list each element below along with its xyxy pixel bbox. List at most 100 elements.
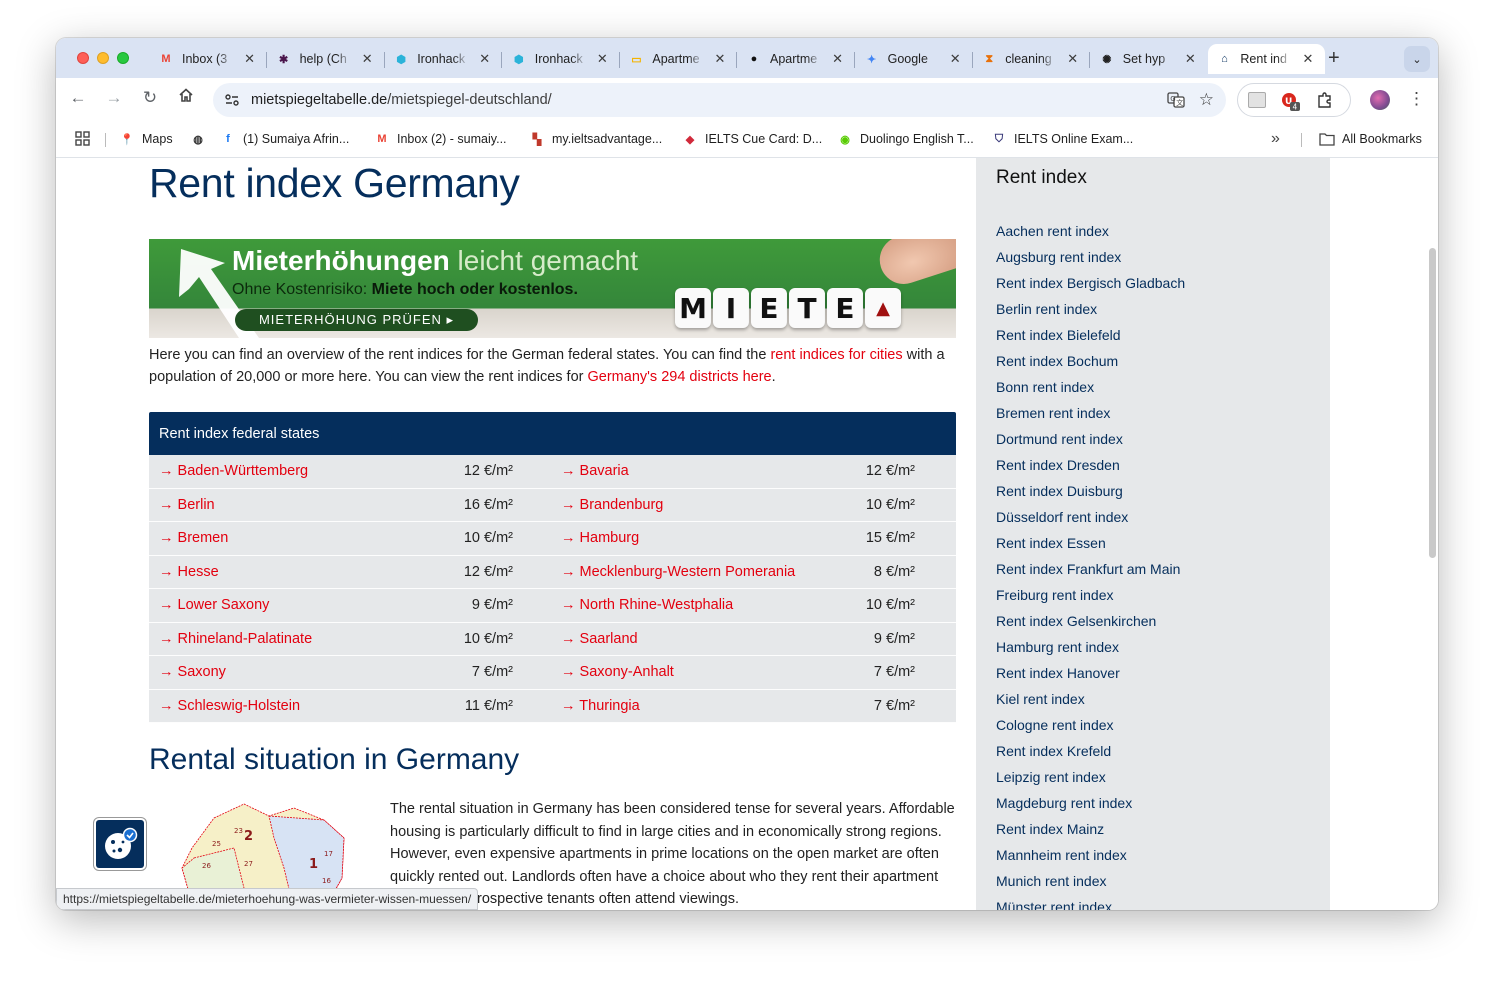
bookmark-item[interactable]: ▚ my.ieltsadvantage...	[529, 131, 662, 147]
bookmark-item[interactable]: ◍	[190, 131, 213, 147]
sidebar-city-link[interactable]: Dortmund rent index	[996, 429, 1185, 455]
scrollbar-thumb[interactable]	[1429, 248, 1436, 558]
sidebar-city-link[interactable]: Freiburg rent index	[996, 585, 1185, 611]
tab-close-icon[interactable]: ✕	[244, 51, 255, 67]
all-bookmarks-button[interactable]: All Bookmarks	[1319, 131, 1422, 147]
reload-icon[interactable]: ↻	[138, 88, 162, 108]
profile-avatar[interactable]	[1370, 90, 1390, 110]
tab[interactable]: M Inbox (3 ✕	[150, 44, 267, 74]
sidebar-city-link[interactable]: Berlin rent index	[996, 299, 1185, 325]
sidebar-city-link[interactable]: Mannheim rent index	[996, 845, 1185, 871]
promo-banner[interactable]: Mieterhöhungen leicht gemacht Ohne Koste…	[149, 239, 956, 338]
close-window-button[interactable]	[77, 52, 89, 64]
sidebar-city-link[interactable]: Rent index Mainz	[996, 819, 1185, 845]
state-link[interactable]: → Rhineland-Palatinate	[159, 631, 312, 647]
state-link[interactable]: → Saarland	[561, 631, 638, 647]
state-link[interactable]: → Baden-Württemberg	[159, 463, 308, 479]
site-info-icon[interactable]	[223, 91, 241, 109]
state-link[interactable]: → Hamburg	[561, 530, 639, 546]
sidebar-city-link[interactable]: Rent index Gelsenkirchen	[996, 611, 1185, 637]
new-tab-button[interactable]: +	[1328, 47, 1340, 70]
state-link[interactable]: → Brandenburg	[561, 497, 663, 513]
bookmark-item[interactable]: M Inbox (2) - sumaiy...	[374, 131, 506, 147]
state-link[interactable]: → Saxony-Anhalt	[561, 664, 674, 680]
sidebar-city-link[interactable]: Rent index Hanover	[996, 663, 1185, 689]
address-bar[interactable]: mietspiegeltabelle.de/mietspiegel-deutsc…	[213, 83, 1226, 117]
sidebar-city-link[interactable]: Hamburg rent index	[996, 637, 1185, 663]
sidebar-city-link[interactable]: Cologne rent index	[996, 715, 1185, 741]
city-rent-indices-link[interactable]: rent indices for cities	[770, 347, 902, 363]
tab[interactable]: ✦ Google ✕	[856, 44, 973, 74]
tab-close-icon[interactable]: ✕	[362, 51, 373, 67]
bookmark-item[interactable]: ⛉ IELTS Online Exam...	[991, 131, 1133, 147]
state-link[interactable]: → Bremen	[159, 530, 228, 546]
cookie-settings-button[interactable]	[96, 820, 144, 868]
sidebar-city-link[interactable]: Rent index Frankfurt am Main	[996, 559, 1185, 585]
table-row: → Rhineland-Palatinate 10 €/m² → Saarland 9…	[149, 622, 956, 656]
browser-window: M Inbox (3 ✕ ✱ help (Ch ✕ ⬢ Ironhack ✕ ⬢ Ironhack ✕…	[56, 38, 1438, 910]
state-link[interactable]: → Lower Saxony	[159, 597, 269, 613]
tab-close-icon[interactable]: ✕	[1067, 51, 1078, 67]
bookmark-star-icon[interactable]: ☆	[1199, 91, 1214, 114]
tab-close-icon[interactable]: ✕	[1185, 51, 1196, 67]
tab[interactable]: ✺ Set hyp ✕	[1091, 44, 1208, 74]
state-link[interactable]: → Hesse	[159, 564, 219, 580]
sidebar-city-link[interactable]: Rent index Bergisch Gladbach	[996, 273, 1185, 299]
maximize-window-button[interactable]	[117, 52, 129, 64]
bookmark-item[interactable]: 📍 Maps	[119, 131, 172, 147]
bookmark-item[interactable]: ◉ Duolingo English T...	[837, 131, 974, 147]
extension-doc-icon[interactable]	[1248, 92, 1266, 108]
tab-close-icon[interactable]: ✕	[479, 51, 490, 67]
banner-check-button[interactable]: MIETERHÖHUNG PRÜFEN ▸	[235, 309, 478, 331]
state-link[interactable]: → Saxony	[159, 664, 226, 680]
tab[interactable]: ● Apartme ✕	[738, 44, 855, 74]
districts-link[interactable]: Germany's 294 districts here	[588, 369, 772, 385]
sidebar-city-link[interactable]: Rent index Bielefeld	[996, 325, 1185, 351]
bookmark-item[interactable]: ◆ IELTS Cue Card: D...	[682, 131, 822, 147]
translate-icon[interactable]: G文	[1167, 91, 1185, 114]
bookmark-item[interactable]: f (1) Sumaiya Afrin...	[220, 131, 349, 147]
sidebar-city-link[interactable]: Rent index Bochum	[996, 351, 1185, 377]
state-link[interactable]: → Berlin	[159, 497, 215, 513]
state-link[interactable]: → Thuringia	[561, 698, 640, 714]
tab-close-icon[interactable]: ✕	[832, 51, 843, 67]
tab-close-icon[interactable]: ✕	[1302, 51, 1313, 67]
tab-close-icon[interactable]: ✕	[714, 51, 725, 67]
sidebar-city-link[interactable]: Rent index Essen	[996, 533, 1185, 559]
home-icon[interactable]	[174, 87, 198, 108]
sidebar-city-link[interactable]: Aachen rent index	[996, 221, 1185, 247]
state-link[interactable]: → North Rhine-Westphalia	[561, 597, 733, 613]
tab[interactable]: ⌂ Rent ind ✕	[1208, 44, 1326, 74]
tab[interactable]: ⬢ Ironhack ✕	[503, 44, 620, 74]
tab[interactable]: ▭ Apartme ✕	[620, 44, 738, 74]
tab[interactable]: ✱ help (Ch ✕	[268, 44, 385, 74]
sidebar-city-link[interactable]: Bremen rent index	[996, 403, 1185, 429]
forward-arrow-icon[interactable]: →	[102, 88, 126, 108]
sidebar-city-link[interactable]: Leipzig rent index	[996, 767, 1185, 793]
minimize-window-button[interactable]	[97, 52, 109, 64]
menu-kebab-icon[interactable]: ⋮	[1408, 89, 1425, 109]
sidebar-city-link[interactable]: Bonn rent index	[996, 377, 1185, 403]
state-link[interactable]: → Schleswig-Holstein	[159, 698, 300, 714]
sidebar-city-link[interactable]: Kiel rent index	[996, 689, 1185, 715]
tab-search-chevron-icon[interactable]: ⌄	[1404, 46, 1430, 72]
sidebar-city-link[interactable]: Munich rent index	[996, 871, 1185, 897]
sidebar-city-link[interactable]: Münster rent index	[996, 897, 1185, 910]
state-link[interactable]: → Bavaria	[561, 463, 629, 479]
sidebar-city-link[interactable]: Rent index Dresden	[996, 455, 1185, 481]
sidebar-city-link[interactable]: Düsseldorf rent index	[996, 507, 1185, 533]
sidebar-city-link[interactable]: Magdeburg rent index	[996, 793, 1185, 819]
tab-close-icon[interactable]: ✕	[597, 51, 608, 67]
tab[interactable]: ⧗ cleaning ✕	[973, 44, 1091, 74]
sidebar-city-link[interactable]: Rent index Krefeld	[996, 741, 1185, 767]
tab-close-icon[interactable]: ✕	[950, 51, 961, 67]
apps-grid-icon[interactable]	[75, 131, 90, 151]
tab[interactable]: ⬢ Ironhack ✕	[385, 44, 503, 74]
sidebar-city-link[interactable]: Augsburg rent index	[996, 247, 1185, 273]
sidebar-city-link[interactable]: Rent index Duisburg	[996, 481, 1185, 507]
bookmarks-overflow-chevron-icon[interactable]: »	[1271, 130, 1280, 148]
state-link[interactable]: → Mecklenburg-Western Pomerania	[561, 564, 795, 580]
extension-adblock-icon[interactable]: U4	[1280, 91, 1300, 116]
back-arrow-icon[interactable]: ←	[66, 88, 90, 108]
extensions-puzzle-icon[interactable]	[1316, 91, 1334, 114]
